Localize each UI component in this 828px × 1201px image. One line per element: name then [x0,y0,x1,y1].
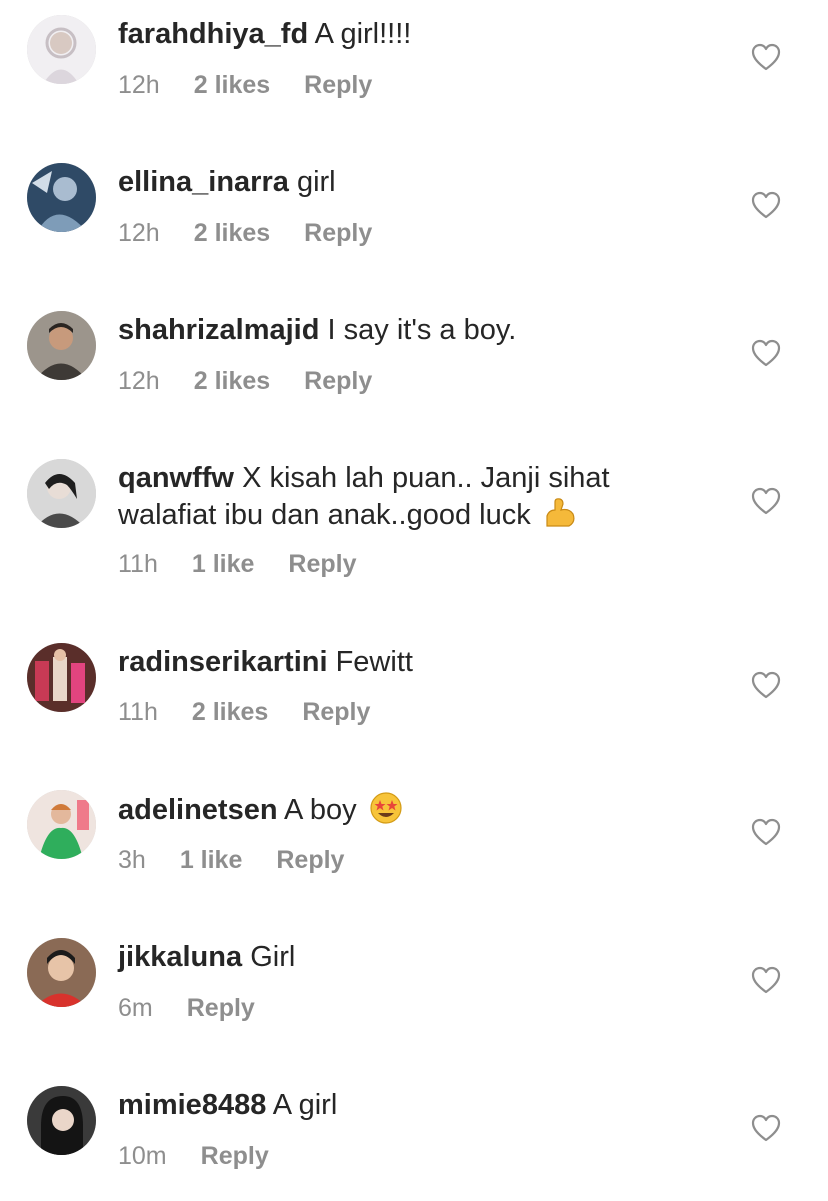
comment-time: 6m [118,994,153,1022]
reply-button[interactable]: Reply [304,218,372,248]
comment-likes[interactable]: 2 likes [194,70,270,100]
reply-button[interactable]: Reply [304,70,372,100]
comment-text-block: farahdhiya_fd A girl!!!! [118,16,678,52]
comment-meta: 11h 2 likes Reply [118,697,404,727]
avatar[interactable] [27,163,96,232]
heart-outline-icon[interactable] [751,1114,781,1142]
comment-text-block: jikkaluna Girl [118,939,678,975]
comment-username[interactable]: shahrizalmajid [118,314,319,346]
comment-username[interactable]: ellina_inarra [118,166,289,198]
avatar[interactable] [27,790,96,859]
reply-button[interactable]: Reply [187,993,255,1023]
heart-outline-icon[interactable] [751,671,781,699]
comment-likes[interactable]: 2 likes [192,697,268,727]
comment-time: 11h [118,698,158,726]
comment-text: A boy [284,794,357,826]
comment-time: 12h [118,71,160,99]
heart-outline-icon[interactable] [751,43,781,71]
comment-text: Fewitt [335,646,413,678]
comment-likes[interactable]: 2 likes [194,218,270,248]
heart-outline-icon[interactable] [751,191,781,219]
comment-meta: 11h 1 like Reply [118,549,391,579]
comment-meta: 12h 2 likes Reply [118,218,406,248]
comment-username[interactable]: radinserikartini [118,646,328,678]
star-struck-emoji [369,791,403,825]
comment-text-block: shahrizalmajid I say it's a boy. [118,312,678,348]
comment-likes[interactable]: 1 like [180,845,243,875]
comment-text: I say it's a boy. [327,314,517,346]
comment-username[interactable]: qanwffw [118,462,234,494]
reply-button[interactable]: Reply [302,697,370,727]
comment-username[interactable]: farahdhiya_fd [118,18,308,50]
comment-username[interactable]: jikkaluna [118,941,242,973]
reply-button[interactable]: Reply [304,366,372,396]
avatar[interactable] [27,459,96,528]
comment-time: 12h [118,367,160,395]
comment-meta: 6m Reply [118,993,289,1023]
heart-outline-icon[interactable] [751,818,781,846]
reply-button[interactable]: Reply [288,549,356,579]
comment-text-block: radinserikartini Fewitt [118,644,678,680]
comment-text: girl [296,166,336,198]
avatar[interactable] [27,938,96,1007]
comment-text-block: qanwffw X kisah lah puan.. Janji sihat w… [118,460,678,533]
comment-text-block: adelinetsen A boy [118,791,678,828]
comment-text: Girl [250,941,296,973]
reply-button[interactable]: Reply [276,845,344,875]
heart-outline-icon[interactable] [751,339,781,367]
comment-text-block: mimie8488 A girl [118,1087,678,1123]
avatar[interactable] [27,1086,96,1155]
comment-meta: 3h 1 like Reply [118,845,378,875]
comment-likes[interactable]: 1 like [192,549,255,579]
reply-button[interactable]: Reply [201,1141,269,1171]
comment-text: A girl!!!! [314,18,412,50]
comment-time: 10m [118,1142,167,1170]
comment-meta: 10m Reply [118,1141,303,1171]
heart-outline-icon[interactable] [751,966,781,994]
flexed-biceps-emoji [543,496,577,530]
avatar[interactable] [27,15,96,84]
avatar[interactable] [27,311,96,380]
comment-meta: 12h 2 likes Reply [118,366,406,396]
comment-text: A girl [272,1089,338,1121]
comment-username[interactable]: mimie8488 [118,1089,266,1121]
comment-text-block: ellina_inarra girl [118,164,678,200]
comment-time: 11h [118,550,158,578]
comment-meta: 12h 2 likes Reply [118,70,406,100]
comment-time: 12h [118,219,160,247]
comment-likes[interactable]: 2 likes [194,366,270,396]
comment-time: 3h [118,846,146,874]
avatar[interactable] [27,643,96,712]
heart-outline-icon[interactable] [751,487,781,515]
comment-username[interactable]: adelinetsen [118,794,278,826]
